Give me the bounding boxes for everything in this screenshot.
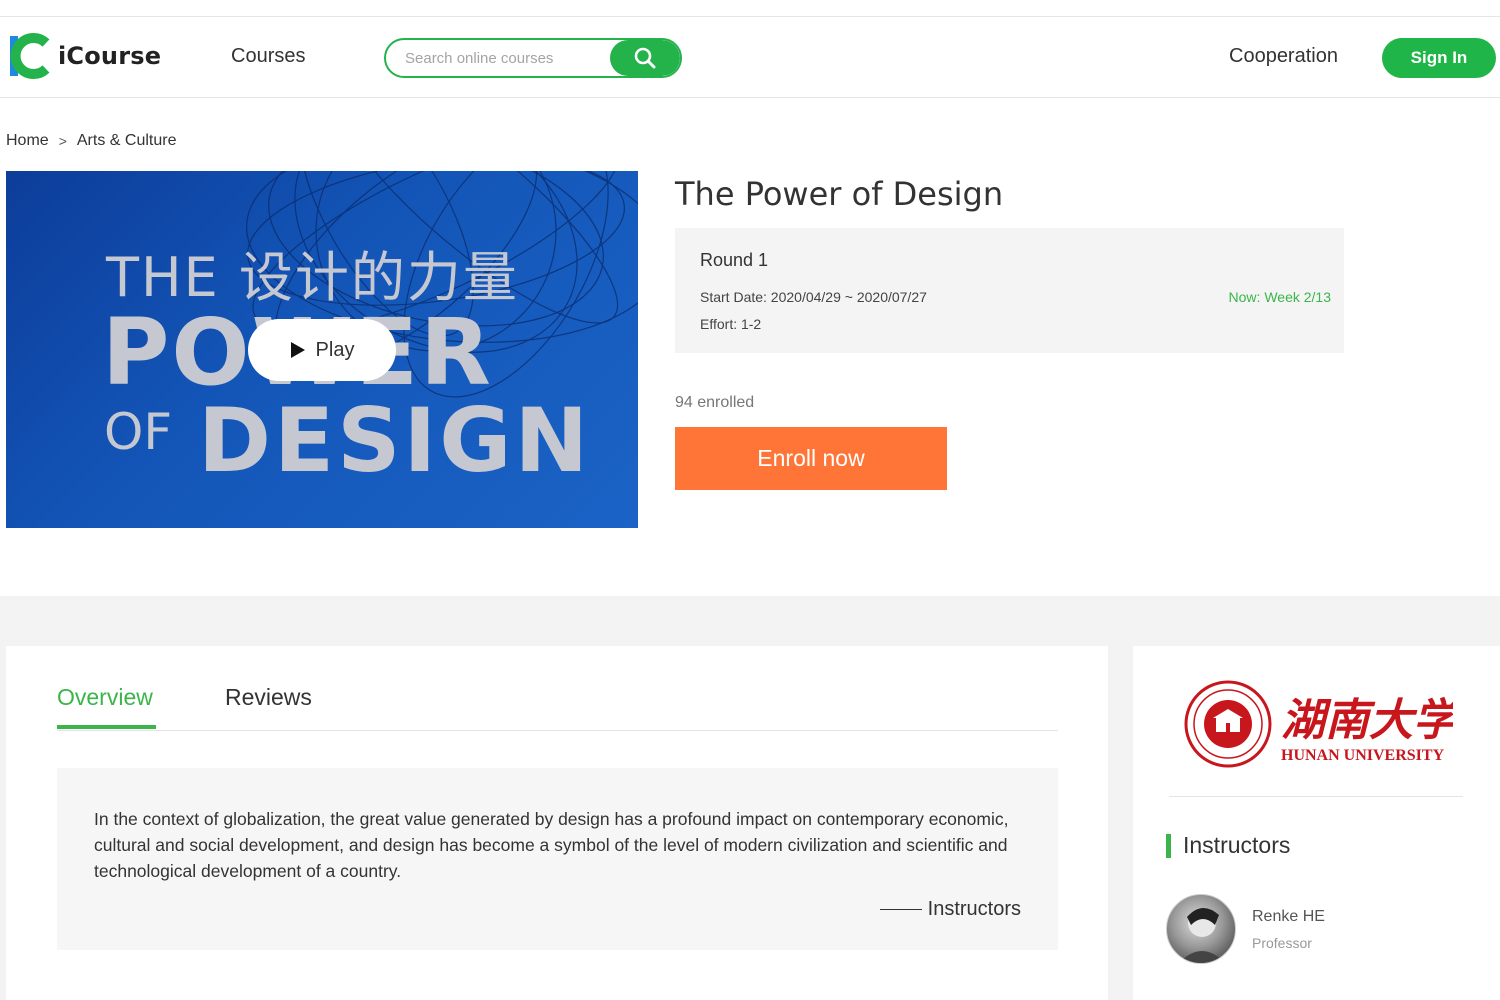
signature-dash [879,909,922,910]
heading-accent-bar [1166,833,1171,858]
nav-courses-link[interactable]: Courses [231,45,305,68]
top-header: iCourse Courses Cooperation Sign In [0,16,1500,98]
hunan-university-logo[interactable]: 湖南大学 HUNAN UNIVERSITY [1183,680,1453,770]
icourse-logo-icon [8,33,50,79]
instructors-heading: Instructors [1166,832,1290,859]
current-week: Now: Week 2/13 [1228,289,1331,305]
sign-in-button[interactable]: Sign In [1382,38,1496,78]
overview-panel: In the context of globalization, the gre… [57,768,1058,950]
search-bar [384,38,682,78]
course-video-player[interactable]: THE 设计的力量 POWER OF DESIGN Play [6,171,638,528]
play-button[interactable]: Play [248,319,396,381]
search-icon [634,47,656,69]
brand-name: iCourse [58,42,162,70]
start-date: Start Date: 2020/04/29 ~ 2020/07/27 [700,289,927,305]
university-seal-icon [1184,680,1272,768]
breadcrumb-category[interactable]: Arts & Culture [77,132,177,150]
icourse-logo[interactable]: iCourse [8,33,161,79]
course-tabs: Overview Reviews [57,646,1058,731]
instructor-role: Professor [1252,935,1312,951]
sidebar-divider [1169,796,1463,797]
play-label: Play [315,338,355,361]
enrolled-count: 94 enrolled [675,394,755,411]
round-label: Round 1 [700,250,769,270]
breadcrumb-separator: > [58,133,67,149]
tab-reviews[interactable]: Reviews [225,684,312,711]
round-info-box: Round 1 Start Date: 2020/04/29 ~ 2020/07… [675,228,1344,353]
university-name-en: HUNAN UNIVERSITY [1281,747,1445,764]
overview-text: In the context of globalization, the gre… [94,809,1009,881]
signature-text: Instructors [927,898,1021,920]
enroll-now-button[interactable]: Enroll now [675,427,947,490]
play-icon [290,342,305,358]
tab-overview[interactable]: Overview [57,684,153,711]
breadcrumb: Home > Arts & Culture [6,132,176,150]
course-title: The Power of Design [675,175,1004,213]
effort: Effort: 1-2 [700,316,762,332]
instructor-name[interactable]: Renke HE [1252,908,1325,926]
course-details-card: Overview Reviews In the context of globa… [6,646,1108,1000]
instructors-title: Instructors [1183,832,1291,858]
institution-sidebar: 湖南大学 HUNAN UNIVERSITY Instructors Renke … [1133,646,1500,1000]
video-title-design: DESIGN [198,389,592,492]
nav-cooperation-link[interactable]: Cooperation [1229,45,1338,68]
overview-signature: Instructors [879,898,1021,921]
video-title-of: OF [104,403,173,461]
instructor-avatar[interactable] [1166,894,1236,964]
search-input[interactable] [386,40,612,76]
avatar-portrait-icon [1179,907,1225,963]
university-name-cn: 湖南大学 [1281,695,1453,746]
search-button[interactable] [610,40,680,76]
breadcrumb-home[interactable]: Home [6,132,49,150]
active-tab-indicator [57,725,156,729]
